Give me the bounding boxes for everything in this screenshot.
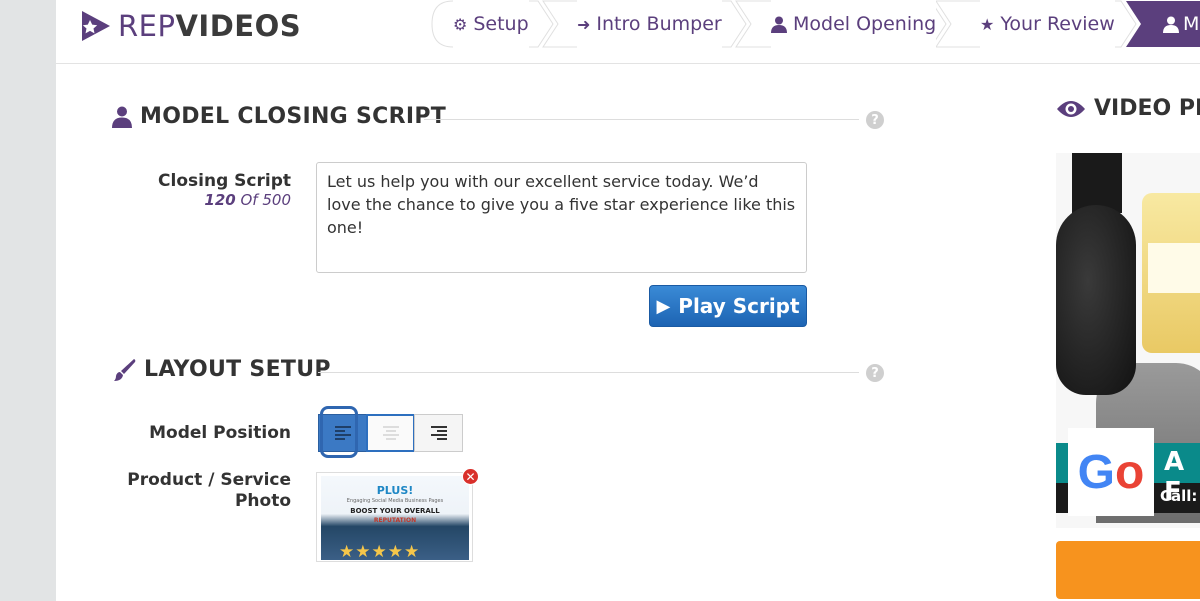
play-icon: ▶: [656, 295, 671, 317]
preview-bottle-cap: [1072, 153, 1122, 213]
step-model-closing-label: M: [1183, 13, 1200, 35]
closing-script-input[interactable]: Let us help you with our excellent servi…: [316, 162, 807, 273]
preview-bar-call: Call:: [1160, 487, 1198, 505]
preview-title-text: VIDEO PE: [1094, 96, 1200, 121]
play-script-button[interactable]: ▶ Play Script: [649, 285, 807, 327]
product-photo-label-line2: Photo: [234, 491, 291, 511]
align-right-icon: [430, 426, 447, 440]
product-photo-label: Product / Service Photo: [116, 470, 291, 512]
google-logo: Go: [1068, 428, 1154, 516]
step-your-review-label: Your Review: [1000, 13, 1115, 35]
preview-bottle-label: [1148, 243, 1200, 293]
step-intro-bumper-label: Intro Bumper: [596, 13, 722, 35]
brand-name: REPVIDEOS: [118, 9, 301, 43]
photo-stars: ★★★★★: [339, 542, 421, 562]
product-photo-thumbnail[interactable]: PLUS! Engaging Social Media Business Pag…: [316, 472, 473, 562]
closing-section-title-text: MODEL CLOSING SCRIPT: [140, 104, 447, 129]
paint-brush-icon: [112, 358, 136, 382]
photo-text-boost: BOOST YOUR OVERALL: [350, 507, 440, 515]
closing-divider: [424, 119, 859, 120]
top-header: REPVIDEOS ⚙ Setup ➜ Intro Bumper Model Ope…: [56, 0, 1200, 64]
preview-bottle-dark: [1056, 205, 1136, 395]
closing-script-label: Closing Script: [158, 171, 291, 191]
play-star-logo-icon: [82, 11, 110, 41]
step-setup-label: Setup: [473, 13, 529, 35]
star-icon: ★: [980, 14, 995, 34]
product-photo-label-line1: Product / Service: [127, 470, 291, 490]
step-your-review[interactable]: ★ Your Review: [980, 0, 1115, 48]
remove-photo-icon[interactable]: ✕: [462, 468, 479, 485]
layout-section-title: LAYOUT SETUP: [112, 357, 331, 382]
user-icon: [771, 16, 787, 33]
layout-divider: [318, 372, 859, 373]
character-count: 120 Of 500: [116, 191, 291, 209]
align-center-button[interactable]: [366, 414, 415, 452]
step-model-closing[interactable]: M: [1163, 0, 1199, 48]
video-preview[interactable]: A F Call: Go: [1056, 153, 1200, 528]
eye-icon: [1056, 99, 1086, 119]
layout-section-title-text: LAYOUT SETUP: [144, 357, 331, 382]
photo-text-plus: PLUS!: [376, 484, 414, 497]
focus-highlight: [320, 406, 358, 458]
character-count-value: 120: [204, 191, 236, 209]
app-container: REPVIDEOS ⚙ Setup ➜ Intro Bumper Model Ope…: [56, 0, 1200, 601]
product-photo-image: PLUS! Engaging Social Media Business Pag…: [321, 476, 469, 562]
user-icon: [112, 106, 132, 128]
photo-text-sub: Engaging Social Media Business Pages: [346, 498, 444, 504]
closing-section-title: MODEL CLOSING SCRIPT: [112, 104, 446, 129]
orange-action-button[interactable]: [1056, 541, 1200, 599]
brand-rep: REP: [118, 9, 176, 43]
photo-text-reputation: REPUTATION: [373, 517, 417, 524]
align-right-button[interactable]: [414, 414, 463, 452]
help-icon[interactable]: ?: [866, 111, 884, 129]
character-count-max: Of 500: [240, 191, 292, 209]
step-intro-bumper[interactable]: ➜ Intro Bumper: [577, 0, 722, 48]
play-script-label: Play Script: [678, 294, 800, 318]
user-icon: [1163, 16, 1179, 33]
gear-icon: ⚙: [453, 14, 468, 34]
step-model-opening[interactable]: Model Opening: [771, 0, 937, 48]
google-o: o: [1115, 445, 1145, 499]
help-icon[interactable]: ?: [866, 364, 884, 382]
preview-title: VIDEO PE: [1056, 96, 1200, 121]
model-position-label: Model Position: [149, 423, 291, 443]
step-setup[interactable]: ⚙ Setup: [453, 0, 529, 48]
brand-videos: VIDEOS: [175, 9, 302, 43]
left-gutter: [0, 0, 56, 601]
align-center-icon: [382, 426, 399, 440]
sign-in-icon: ➜: [577, 14, 591, 34]
brand-logo[interactable]: REPVIDEOS: [80, 6, 301, 46]
google-g: G: [1077, 445, 1115, 499]
step-model-opening-label: Model Opening: [793, 13, 937, 35]
